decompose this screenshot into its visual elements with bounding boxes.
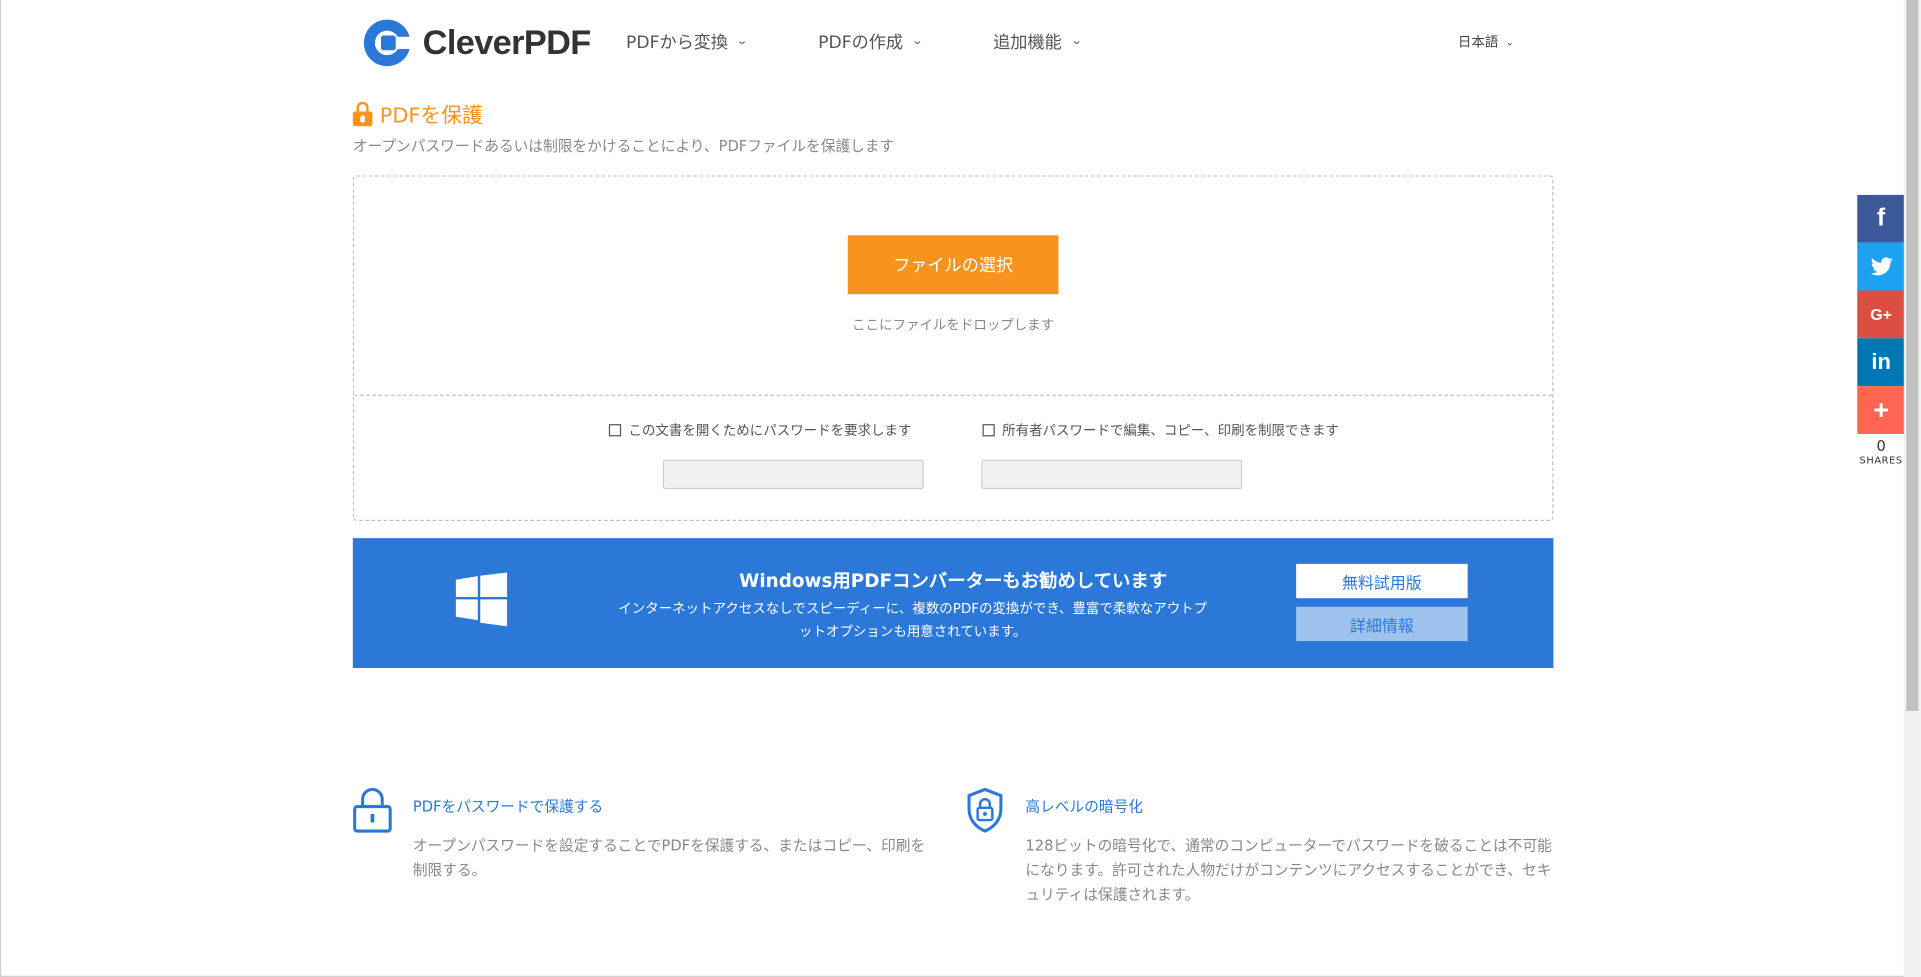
- chevron-down-icon: ⌄: [911, 35, 924, 48]
- shield-lock-icon: [967, 787, 1003, 833]
- lock-icon: [353, 787, 392, 833]
- share-count: 0: [1876, 437, 1886, 455]
- banner-title-text: Windows用PDFコンバーターもお勧めしています: [739, 569, 1168, 593]
- page-title-text: PDFを保護: [379, 104, 483, 129]
- feature-text: 128ビットの暗号化で、通常のコンピューターでパスワードを破ることは不可能になり…: [1025, 837, 1552, 904]
- nav-item-create-pdf[interactable]: PDFの作成 ⌄: [818, 29, 924, 54]
- lock-icon: [352, 101, 373, 126]
- plus-icon: +: [1873, 394, 1890, 425]
- share-count-label: SHARES: [1859, 454, 1903, 466]
- open-password-option[interactable]: この文書を開くためにパスワードを要求します: [608, 420, 912, 440]
- windows-promo-banner: Windows用PDFコンバーターもお勧めしています インターネットアクセスなし…: [352, 538, 1554, 669]
- feature-title: PDFをパスワードで保護する: [412, 797, 604, 816]
- owner-password-option[interactable]: 所有者パスワードで編集、コピー、印刷を制限できます: [982, 420, 1339, 440]
- details-button[interactable]: 詳細情報: [1296, 606, 1468, 642]
- page: CleverPDF PDFから変換 ⌄ PDFの作成 ⌄ 追加機能 ⌄ 日本語 …: [0, 0, 1921, 977]
- facebook-icon: f: [1877, 204, 1886, 232]
- facebook-share-button[interactable]: f: [1857, 194, 1906, 243]
- upload-dropzone[interactable]: ファイルの選択 ここにファイルをドロップします この文書を開くためにパスワードを…: [352, 175, 1554, 521]
- owner-password-field[interactable]: [981, 459, 1243, 490]
- owner-password-option-label: 所有者パスワードで編集、コピー、印刷を制限できます: [1002, 422, 1339, 439]
- page-subtitle: オープンパスワードあるいは制限をかけることにより、PDFファイルを保護します: [352, 137, 895, 155]
- logo-text: CleverPDF: [422, 23, 592, 62]
- language-label: 日本語: [1457, 34, 1499, 51]
- google-plus-share-button[interactable]: G+: [1857, 290, 1906, 339]
- chevron-down-icon: ⌄: [736, 35, 749, 48]
- nav-item-label: PDFから変換: [626, 33, 729, 53]
- chevron-down-icon: ⌄: [1070, 35, 1083, 48]
- open-password-checkbox[interactable]: [608, 424, 622, 437]
- drop-hint: ここにファイルをドロップします: [852, 317, 1055, 334]
- open-password-option-label: この文書を開くためにパスワードを要求します: [628, 422, 912, 439]
- google-plus-icon: G+: [1870, 305, 1892, 324]
- nav-item-label: 追加機能: [993, 33, 1062, 53]
- logo[interactable]: CleverPDF: [363, 19, 592, 67]
- banner-description: インターネットアクセスなしでスピーディーに、複数のPDFの変換ができ、豊富で柔軟…: [618, 600, 1208, 640]
- linkedin-share-button[interactable]: in: [1857, 338, 1906, 387]
- open-password-field[interactable]: [662, 459, 924, 490]
- nav-item-convert-from-pdf[interactable]: PDFから変換 ⌄: [626, 29, 749, 54]
- logo-icon: [363, 19, 413, 67]
- scrollbar-thumb[interactable]: [1906, 0, 1919, 711]
- vertical-scrollbar[interactable]: [1903, 0, 1921, 977]
- feature-title: 高レベルの暗号化: [1025, 797, 1144, 816]
- feature-text: オープンパスワードを設定することでPDFを保護する、またはコピー、印刷を制限する…: [412, 837, 926, 879]
- divider: [354, 394, 1553, 396]
- page-title: PDFを保護: [352, 98, 483, 129]
- nav-item-label: PDFの作成: [818, 33, 904, 53]
- main-nav: PDFから変換 ⌄ PDFの作成 ⌄ 追加機能 ⌄: [626, 29, 1083, 54]
- free-trial-button[interactable]: 無料試用版: [1296, 563, 1468, 599]
- twitter-icon: [1870, 257, 1893, 276]
- more-share-button[interactable]: +: [1857, 386, 1906, 434]
- chevron-down-icon: ⌄: [1505, 36, 1514, 48]
- owner-password-checkbox[interactable]: [982, 424, 995, 437]
- linkedin-icon: in: [1871, 349, 1891, 374]
- nav-item-more-features[interactable]: 追加機能 ⌄: [993, 29, 1083, 54]
- twitter-share-button[interactable]: [1857, 242, 1906, 291]
- choose-file-button[interactable]: ファイルの選択: [847, 235, 1059, 295]
- social-share-bar: f G+ in + 0 SHARES: [1857, 194, 1906, 466]
- language-selector[interactable]: 日本語 ⌄: [1458, 32, 1514, 52]
